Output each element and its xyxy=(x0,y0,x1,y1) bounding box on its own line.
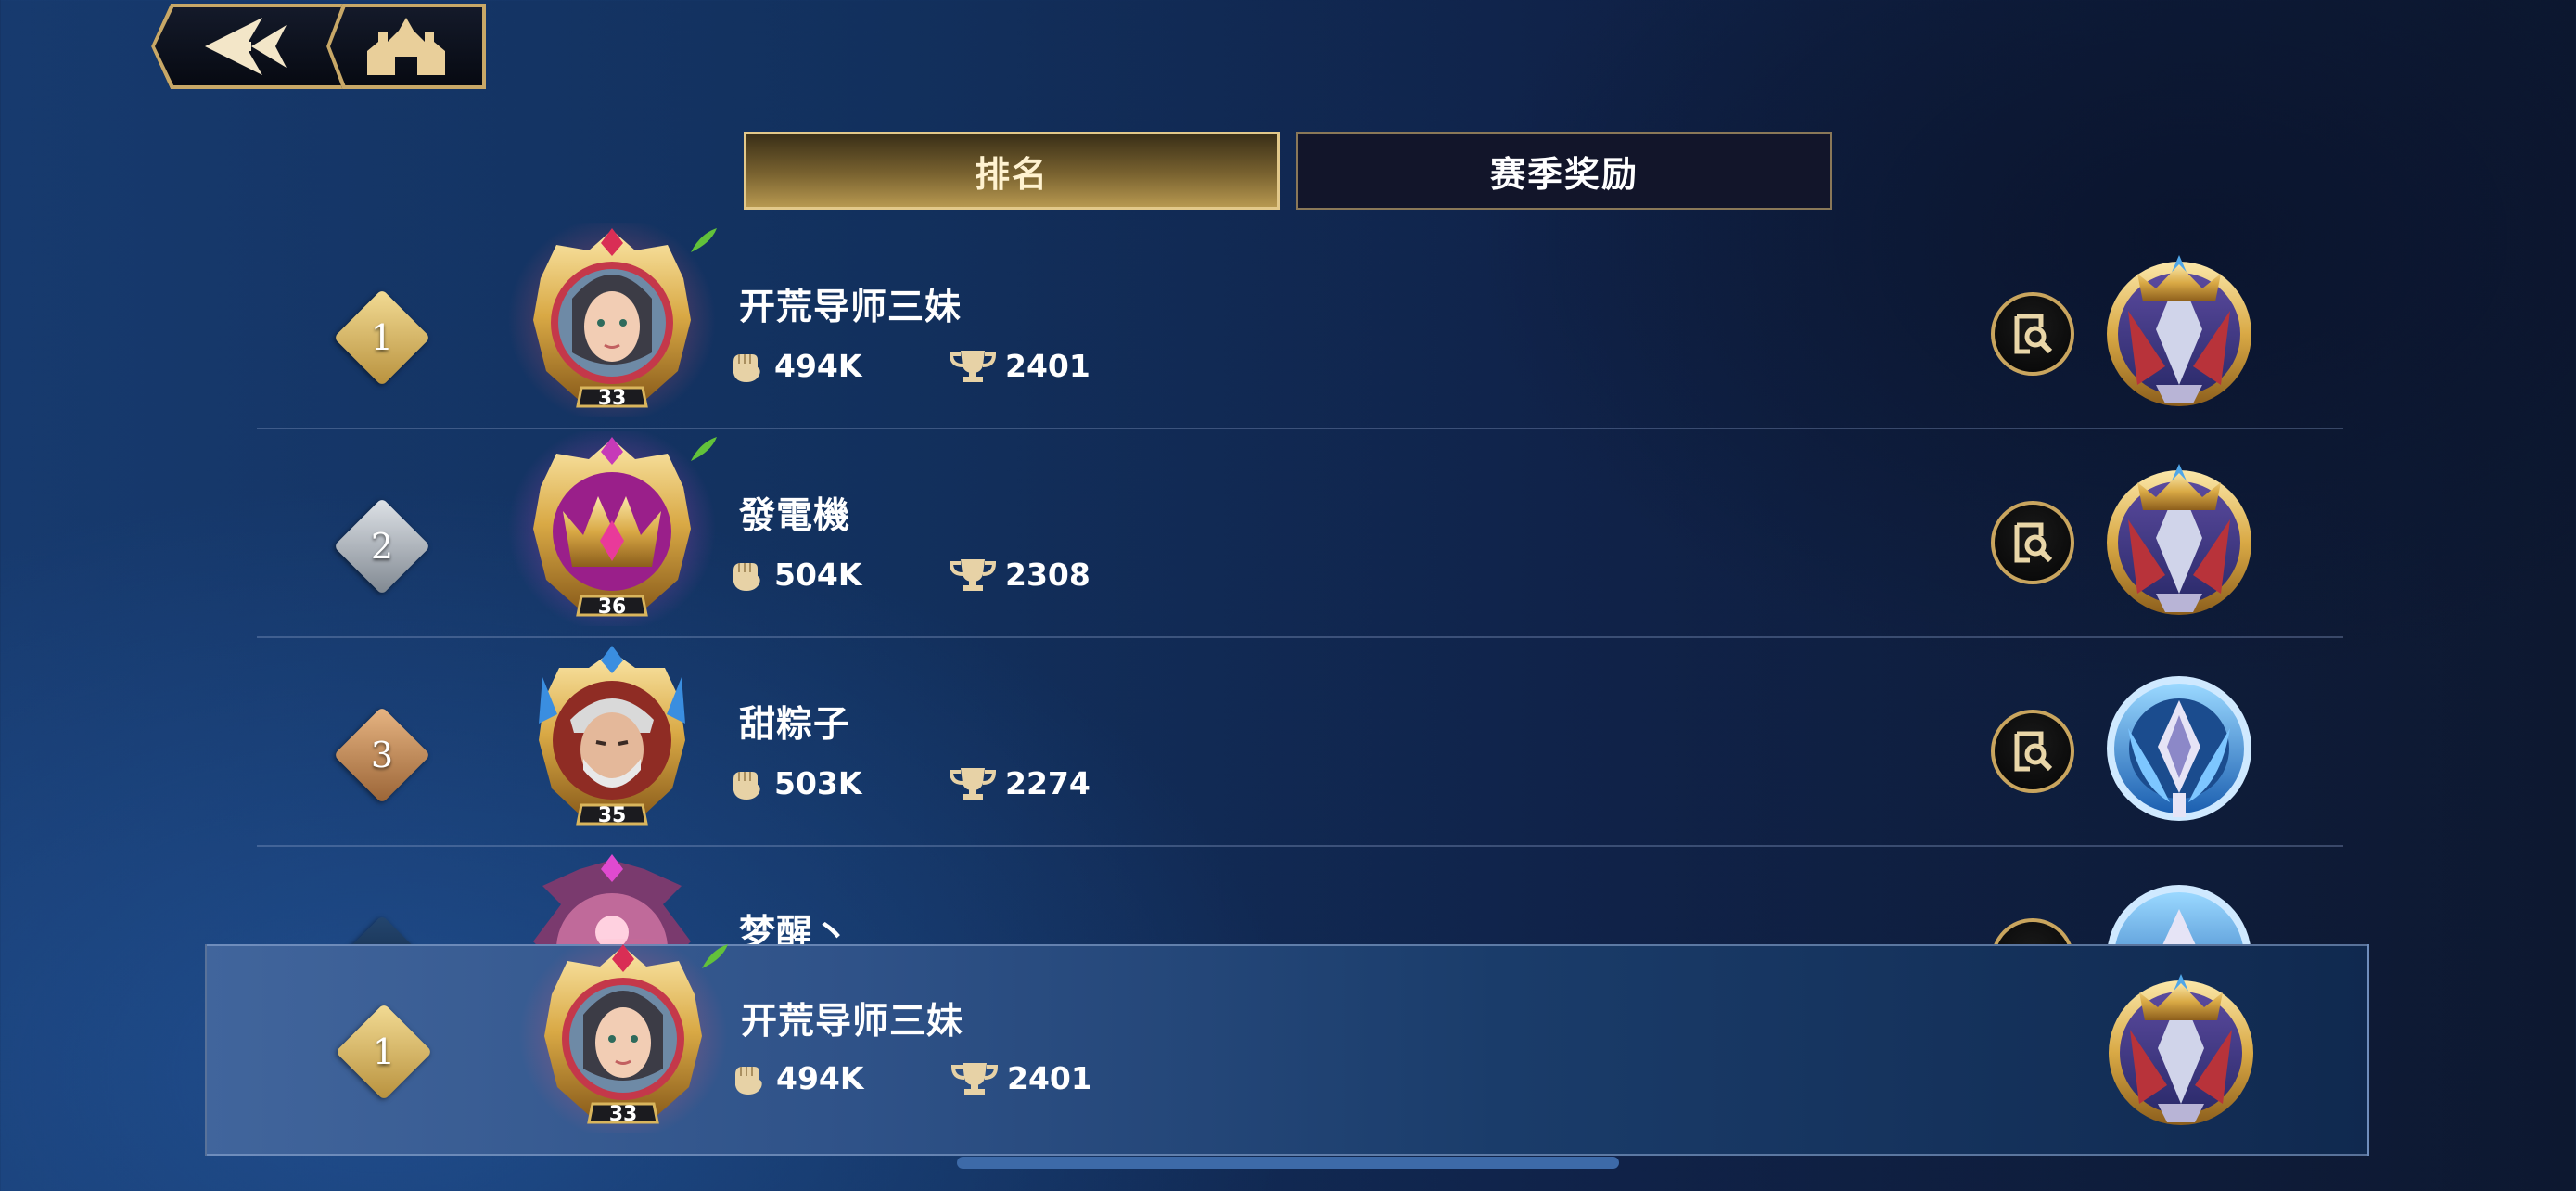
home-castle-icon xyxy=(367,18,445,75)
player-level: 36 xyxy=(598,596,627,619)
player-avatar[interactable]: 33 xyxy=(516,932,730,1140)
back-button[interactable] xyxy=(151,4,346,89)
player-name: 甜粽子 xyxy=(739,704,851,746)
power-value: 504K xyxy=(774,556,862,593)
trophy-icon xyxy=(950,351,996,382)
rank-number: 1 xyxy=(370,317,394,358)
player-avatar[interactable]: 36 xyxy=(505,425,719,633)
blue-diamond-tier-badge xyxy=(2100,663,2258,830)
player-name: 开荒导师三妹 xyxy=(739,287,963,328)
fist-power-icon xyxy=(733,563,760,591)
trophy-icon xyxy=(950,559,996,591)
rank-number: 1 xyxy=(372,1031,396,1072)
trophy-stat: 2308 xyxy=(950,556,1090,593)
gold-crown-tier-badge xyxy=(2100,246,2258,413)
player-level: 35 xyxy=(598,804,627,827)
power-value: 503K xyxy=(774,764,862,801)
power-stat: 504K xyxy=(728,556,861,593)
view-profile-button[interactable] xyxy=(1991,710,2074,793)
fist-power-icon xyxy=(735,1067,762,1095)
magnify-profile-icon xyxy=(2014,731,2053,772)
tab-ranking[interactable]: 排名 xyxy=(744,132,1280,210)
trophy-value: 2308 xyxy=(1005,556,1090,593)
my-ranking-row: 1 33 开荒导师三妹 494K 2401 xyxy=(2,932,2576,1155)
power-stat: 503K xyxy=(728,764,861,801)
view-profile-button[interactable] xyxy=(1991,918,2074,944)
trophy-icon xyxy=(951,1063,998,1095)
player-level: 33 xyxy=(609,1103,638,1126)
trophy-stat: 2401 xyxy=(950,347,1090,384)
trophy-value: 2274 xyxy=(1005,764,1090,801)
blue-diamond-tier-badge xyxy=(2100,872,2258,944)
tab-season-rewards[interactable]: 赛季奖励 xyxy=(1296,132,1832,210)
player-level: 33 xyxy=(598,387,627,410)
view-profile-button[interactable] xyxy=(1991,501,2074,584)
rank-number: 4 xyxy=(336,929,428,944)
leaderboard-row: 2 36 發電機 504K 2308 xyxy=(0,425,2576,638)
player-name: 开荒导师三妹 xyxy=(741,1001,964,1043)
my-ranking-panel: 1 33 开荒导师三妹 494K 2401 xyxy=(205,932,2369,1156)
power-value: 494K xyxy=(776,1059,864,1096)
power-stat: 494K xyxy=(730,1059,863,1096)
player-name: 梦醒丶 xyxy=(739,913,851,944)
leaderboard-row: 3 35 甜粽子 503K 2274 xyxy=(0,638,2576,847)
power-stat: 494K xyxy=(728,347,861,384)
leaderboard-row: 1 33 开荒导师三妹 494K 2401 xyxy=(0,221,2576,429)
leaderboard-row: 4 梦醒丶 xyxy=(0,847,2576,944)
player-name: 發電機 xyxy=(739,495,851,537)
fist-power-icon xyxy=(733,772,760,800)
magnify-profile-icon xyxy=(2014,522,2053,563)
fist-power-icon xyxy=(733,354,760,382)
trophy-value: 2401 xyxy=(1005,347,1090,384)
leaderboard-list[interactable]: 1 33 开荒导师三妹 494K 2401 2 36 發電機 504K 2308… xyxy=(0,221,2576,944)
player-avatar[interactable] xyxy=(505,849,719,944)
magnify-profile-icon xyxy=(2014,314,2053,354)
player-avatar[interactable]: 35 xyxy=(505,640,719,835)
trophy-icon xyxy=(950,768,996,800)
back-arrow-icon xyxy=(205,18,287,75)
rank-number: 3 xyxy=(370,735,394,775)
trophy-stat: 2401 xyxy=(951,1059,1092,1096)
view-profile-button[interactable] xyxy=(1991,292,2074,376)
home-button[interactable] xyxy=(326,4,486,89)
gold-crown-tier-badge xyxy=(2102,965,2260,1132)
gold-crown-tier-badge xyxy=(2100,455,2258,621)
player-avatar[interactable]: 33 xyxy=(505,221,719,424)
trophy-value: 2401 xyxy=(1007,1059,1092,1096)
rank-number: 2 xyxy=(370,526,394,567)
power-value: 494K xyxy=(774,347,862,384)
trophy-stat: 2274 xyxy=(950,764,1090,801)
horizontal-scrollbar[interactable] xyxy=(957,1157,1619,1169)
